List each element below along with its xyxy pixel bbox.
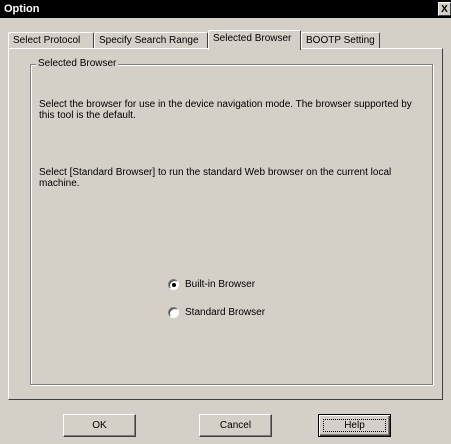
radio-checked-icon[interactable] [168, 279, 179, 290]
tab-select-protocol[interactable]: Select Protocol [8, 32, 94, 49]
window-title: Option [4, 3, 40, 15]
title-bar[interactable]: Option X [0, 0, 451, 18]
description-standard-browser: Select [Standard Browser] to run the sta… [39, 167, 392, 189]
description-default-browser: Select the browser for use in the device… [39, 99, 412, 121]
tab-selected-browser[interactable]: Selected Browser [208, 30, 301, 50]
ok-button[interactable]: OK [63, 414, 136, 437]
tab-label: BOOTP Setting [306, 35, 375, 46]
tab-label: Select Protocol [13, 35, 81, 46]
tab-specify-search-range[interactable]: Specify Search Range [94, 32, 208, 49]
ok-button-label: OK [92, 420, 107, 431]
tab-bootp-setting[interactable]: BOOTP Setting [301, 32, 380, 49]
help-button[interactable]: Help [318, 414, 391, 437]
radio-label: Standard Browser [185, 307, 266, 318]
close-icon: X [441, 4, 448, 15]
option-dialog: Option X Select Protocol Specify Search … [0, 0, 451, 444]
radio-unchecked-icon[interactable] [168, 307, 179, 318]
cancel-button-label: Cancel [219, 420, 252, 431]
focus-rectangle [323, 419, 386, 432]
tab-label: Specify Search Range [99, 35, 199, 46]
tab-label: Selected Browser [213, 33, 292, 44]
close-button[interactable]: X [438, 2, 451, 16]
radio-label: Built-in Browser [185, 279, 256, 290]
cancel-button[interactable]: Cancel [199, 414, 272, 437]
group-legend: Selected Browser [36, 58, 119, 70]
